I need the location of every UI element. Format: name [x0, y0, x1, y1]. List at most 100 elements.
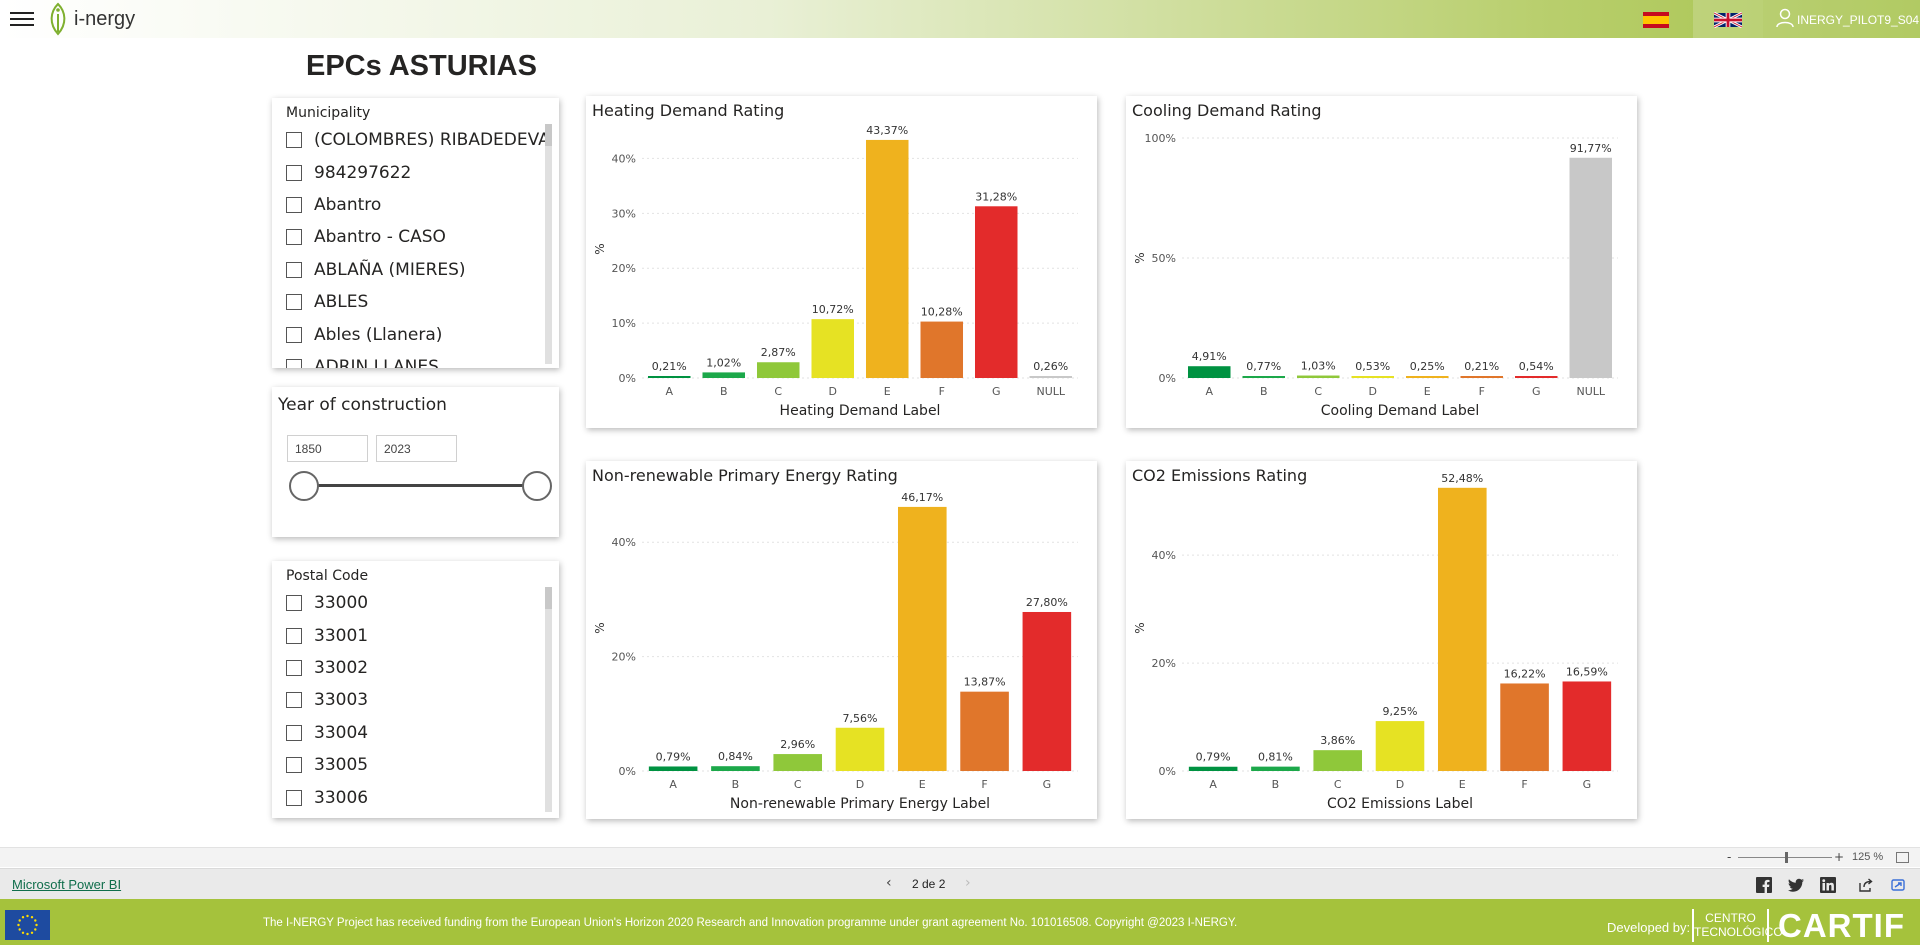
menu-icon[interactable] [10, 9, 34, 29]
x-tick-label: G [1583, 778, 1592, 791]
checkbox[interactable] [286, 757, 302, 774]
bar-a[interactable] [648, 766, 698, 771]
bar-a[interactable] [1187, 366, 1231, 378]
bar-d[interactable] [835, 727, 885, 771]
municipality-scrollbar[interactable] [545, 124, 552, 364]
bar-d[interactable] [1375, 721, 1425, 771]
footer: The I-NERGY Project has received funding… [0, 899, 1920, 945]
bar-d[interactable] [1351, 376, 1395, 378]
co2-emissions-chart[interactable]: 0% 20% 40%% 0,79% A 0,81% B 3,86% C 9,25% D 52,48% E… [1126, 461, 1637, 819]
x-tick-label: B [1260, 385, 1268, 398]
bar-g[interactable] [974, 206, 1018, 378]
checkbox[interactable] [286, 229, 302, 246]
postal-code-item[interactable]: 33000 [286, 587, 368, 619]
x-tick-label: C [1314, 385, 1322, 398]
year-slider-max-handle[interactable] [522, 471, 552, 501]
bar-null[interactable] [1029, 376, 1073, 378]
powerbi-link[interactable]: Microsoft Power BI [12, 877, 121, 892]
next-page-button[interactable]: › [965, 875, 971, 891]
postal-code-item[interactable]: 33001 [286, 619, 368, 651]
checkbox[interactable] [286, 692, 302, 709]
bar-f[interactable] [1460, 376, 1504, 378]
bar-g[interactable] [1562, 681, 1612, 771]
checkbox[interactable] [286, 789, 302, 806]
checkbox[interactable] [286, 132, 302, 149]
uk-flag-icon[interactable] [1714, 12, 1742, 28]
year-slider-min-handle[interactable] [289, 471, 319, 501]
primary-energy-chart[interactable]: 0% 20% 40%% 0,79% A 0,84% B 2,96% C 7,56% D 46,17% E… [586, 461, 1097, 819]
bar-f[interactable] [920, 321, 964, 378]
year-from-input[interactable]: 1850 [287, 435, 368, 462]
checkbox[interactable] [286, 294, 302, 311]
bar-f[interactable] [1500, 683, 1549, 771]
x-tick-label: C [774, 385, 782, 398]
postal-code-scrollbar[interactable] [545, 587, 552, 812]
checkbox[interactable] [286, 659, 302, 676]
checkbox[interactable] [286, 627, 302, 644]
municipality-item[interactable]: (COLOMBRES) RIBADEDEVA [286, 124, 550, 156]
municipality-item[interactable]: Abantro - CASO [286, 221, 550, 253]
postal-code-scroll-thumb[interactable] [545, 587, 552, 609]
municipality-item[interactable]: ABLES [286, 286, 550, 318]
bar-c[interactable] [756, 362, 800, 378]
bar-c[interactable] [773, 754, 823, 771]
bar-b[interactable] [1251, 766, 1300, 771]
year-slider-track[interactable] [303, 484, 535, 487]
postal-code-item[interactable]: 33006 [286, 781, 368, 813]
checkbox[interactable] [286, 326, 302, 343]
previous-page-button[interactable]: ‹ [886, 875, 892, 891]
bar-e[interactable] [897, 506, 947, 771]
bar-a[interactable] [647, 376, 691, 378]
heating-demand-chart[interactable]: 0% 10% 20% 30% 40%% 0,21% A 1,02% B 2,87% C 10,72% D… [586, 96, 1097, 428]
twitter-icon[interactable] [1788, 877, 1804, 893]
linkedin-icon[interactable] [1820, 877, 1836, 893]
checkbox[interactable] [286, 595, 302, 612]
user-name[interactable]: INERGY_PILOT9_S04 [1797, 13, 1919, 27]
municipality-item[interactable]: ABLAÑA (MIERES) [286, 254, 550, 286]
bar-g[interactable] [1022, 611, 1072, 771]
zoom-in-button[interactable]: + [1834, 850, 1844, 864]
inergy-logo[interactable]: i-nergy [46, 2, 135, 36]
x-tick-label: E [884, 385, 891, 398]
bar-b[interactable] [711, 766, 760, 771]
bar-a[interactable] [1188, 766, 1238, 771]
bar-e[interactable] [865, 139, 909, 378]
municipality-item[interactable]: Abantro [286, 189, 550, 221]
checkbox[interactable] [286, 261, 302, 278]
bar-g[interactable] [1514, 376, 1558, 378]
bar-e[interactable] [1437, 487, 1487, 771]
bar-d[interactable] [811, 319, 855, 378]
fit-to-page-icon[interactable] [1896, 852, 1909, 863]
bar-b[interactable] [1242, 376, 1286, 378]
user-icon[interactable] [1776, 8, 1794, 28]
spanish-flag-icon[interactable] [1643, 12, 1669, 28]
year-to-input[interactable]: 2023 [376, 435, 457, 462]
postal-code-item[interactable]: 33003 [286, 684, 368, 716]
share-icon[interactable] [1858, 877, 1874, 893]
fullscreen-icon[interactable] [1890, 877, 1906, 893]
zoom-out-button[interactable]: - [1727, 850, 1731, 864]
facebook-icon[interactable] [1756, 877, 1772, 893]
postal-code-item[interactable]: 33002 [286, 652, 368, 684]
municipality-scroll-thumb[interactable] [545, 124, 552, 146]
bar-b[interactable] [702, 372, 746, 378]
y-tick-label: 20% [612, 262, 636, 275]
postal-code-item[interactable]: 33004 [286, 717, 368, 749]
checkbox[interactable] [286, 724, 302, 741]
checkbox[interactable] [286, 196, 302, 213]
bar-f[interactable] [960, 691, 1009, 771]
municipality-item[interactable]: Ables (Llanera) [286, 318, 550, 350]
bar-c[interactable] [1296, 375, 1340, 378]
bar-e[interactable] [1405, 376, 1449, 378]
municipality-item[interactable]: 984297622 [286, 156, 550, 188]
x-axis-label: Cooling Demand Label [1321, 403, 1479, 419]
checkbox[interactable] [286, 358, 302, 368]
bar-c[interactable] [1313, 750, 1363, 771]
municipality-item[interactable]: ADRIN LLANES [286, 351, 550, 368]
cooling-demand-chart[interactable]: 0% 50% 100%% 4,91% A 0,77% B 1,03% C 0,53% D 0,25% E… [1126, 96, 1637, 428]
bar-null[interactable] [1569, 157, 1613, 378]
postal-code-item[interactable]: 33005 [286, 749, 368, 781]
zoom-slider-thumb[interactable] [1785, 852, 1788, 863]
checkbox[interactable] [286, 164, 302, 181]
y-tick-label: 0% [619, 372, 636, 385]
